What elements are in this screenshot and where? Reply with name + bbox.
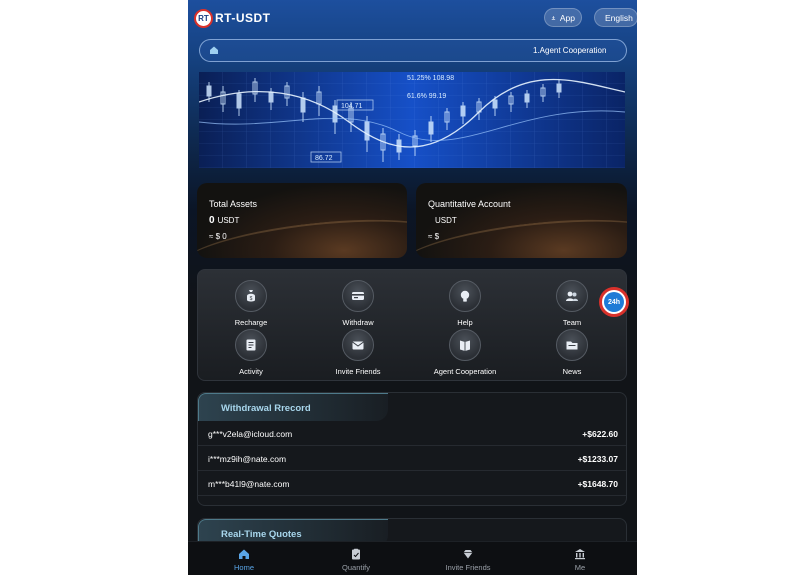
- team-icon: [556, 280, 588, 312]
- quantitative-amount-line: USDT: [432, 215, 457, 226]
- diamond-icon: [463, 550, 473, 559]
- withdrawal-row: g***v2ela@icloud.com +$622.60: [198, 421, 626, 446]
- withdrawal-row: i***mz9ih@nate.com +$1233.07: [198, 446, 626, 471]
- money-bag-icon: $: [235, 280, 267, 312]
- menu-item-recharge[interactable]: $ Recharge: [201, 280, 301, 327]
- withdrawal-amount: +$1648.70: [577, 479, 618, 489]
- envelope-icon: [342, 329, 374, 361]
- promo-banner[interactable]: 51.25% 108.98 61.6% 99.19 104.71 86.72: [199, 72, 625, 168]
- phone-screen: RT RT-USDT App English 1.Agent Cooperati…: [188, 0, 637, 575]
- menu-label-help: Help: [457, 318, 473, 327]
- total-assets-title: Total Assets: [209, 199, 258, 209]
- menu-item-invite-friends[interactable]: Invite Friends: [308, 329, 408, 376]
- home-notice-icon: [210, 46, 218, 54]
- menu-label-team: Team: [562, 318, 582, 327]
- download-icon: [551, 15, 556, 20]
- customer-service-button[interactable]: 24h: [599, 287, 629, 317]
- nav-item-home[interactable]: Home: [188, 542, 300, 575]
- banner-label-4: 86.72: [315, 155, 333, 162]
- withdrawal-record-title: Withdrawal Rrecord: [221, 403, 311, 414]
- nav-item-me[interactable]: Me: [524, 542, 636, 575]
- brand-name: RT-USDT: [215, 11, 271, 25]
- home-icon: [239, 549, 249, 559]
- clipboard-icon: [352, 548, 360, 560]
- total-assets-amount-line: 0 USDT: [209, 215, 239, 226]
- app-download-button[interactable]: App: [544, 8, 582, 27]
- logo-text: RT: [198, 14, 209, 23]
- menu-item-withdraw[interactable]: Withdraw: [308, 280, 408, 327]
- menu-label-news: News: [562, 367, 582, 376]
- banner-label-2: 61.6% 99.19: [407, 93, 446, 100]
- service-label: 24h: [607, 298, 621, 306]
- menu-item-news[interactable]: News: [522, 329, 622, 376]
- quantitative-account-card[interactable]: Quantitative Account USDT ≈ $: [416, 183, 627, 258]
- banner-label-1: 51.25% 108.98: [407, 75, 454, 82]
- menu-item-agent-cooperation[interactable]: Agent Cooperation: [415, 329, 515, 376]
- candlestick-chart-image: 51.25% 108.98 61.6% 99.19 104.71 86.72: [199, 72, 625, 168]
- language-button[interactable]: English: [594, 8, 637, 27]
- nav-item-quantify[interactable]: Quantify: [300, 542, 412, 575]
- language-label: English: [605, 12, 633, 23]
- notice-text: 1.Agent Cooperation: [533, 46, 607, 55]
- brand-logo: RT: [194, 9, 213, 28]
- menu-label-withdraw: Withdraw: [342, 318, 374, 327]
- total-assets-amount: 0: [209, 215, 215, 226]
- withdrawal-email: g***v2ela@icloud.com: [208, 429, 293, 439]
- folder-icon: [556, 329, 588, 361]
- book-icon: [449, 329, 481, 361]
- total-assets-approx: ≈ $ 0: [209, 232, 227, 241]
- document-icon: [235, 329, 267, 361]
- quantitative-approx: ≈ $: [428, 232, 440, 241]
- quantitative-unit: USDT: [435, 216, 457, 225]
- menu-item-activity[interactable]: Activity: [201, 329, 301, 376]
- svg-text:$: $: [250, 296, 253, 302]
- menu-item-help[interactable]: Help: [415, 280, 515, 327]
- withdrawal-amount: +$622.60: [582, 429, 618, 439]
- nav-label-invite-friends: Invite Friends: [445, 563, 491, 572]
- app-header: RT RT-USDT App English: [188, 0, 637, 36]
- quick-menu: $ Recharge Withdraw Help Team Activity I…: [197, 269, 627, 381]
- menu-label-agent-cooperation: Agent Cooperation: [433, 367, 497, 376]
- app-label: App: [559, 12, 575, 23]
- menu-label-activity: Activity: [239, 367, 263, 376]
- real-time-quotes-title: Real-Time Quotes: [221, 529, 302, 540]
- notice-bar[interactable]: 1.Agent Cooperation: [199, 39, 627, 62]
- bottom-navigation: Home Quantify Invite Friends Me: [188, 541, 637, 575]
- withdrawal-email: i***mz9ih@nate.com: [208, 454, 287, 464]
- withdrawal-amount: +$1233.07: [577, 454, 618, 464]
- customer-service-icon: 24h: [604, 292, 624, 312]
- nav-label-quantify: Quantify: [342, 563, 370, 572]
- nav-label-home: Home: [233, 563, 254, 572]
- nav-label-me: Me: [574, 563, 586, 572]
- menu-label-recharge: Recharge: [234, 318, 268, 327]
- withdrawal-row: m***b41l9@nate.com +$1648.70: [198, 471, 626, 496]
- banner-label-3: 104.71: [341, 103, 363, 110]
- bank-icon: [575, 549, 585, 560]
- menu-label-invite-friends: Invite Friends: [335, 367, 381, 376]
- nav-item-invite-friends[interactable]: Invite Friends: [412, 542, 524, 575]
- card-icon: [342, 280, 374, 312]
- total-assets-card[interactable]: Total Assets 0 USDT ≈ $ 0: [197, 183, 407, 258]
- withdrawal-email: m***b41l9@nate.com: [208, 479, 290, 489]
- total-assets-unit: USDT: [217, 216, 240, 225]
- quantitative-account-title: Quantitative Account: [428, 199, 511, 209]
- withdrawal-record-panel: Withdrawal Rrecord g***v2ela@icloud.com …: [197, 392, 627, 506]
- lightbulb-icon: [449, 280, 481, 312]
- withdrawal-record-header: Withdrawal Rrecord: [198, 393, 388, 421]
